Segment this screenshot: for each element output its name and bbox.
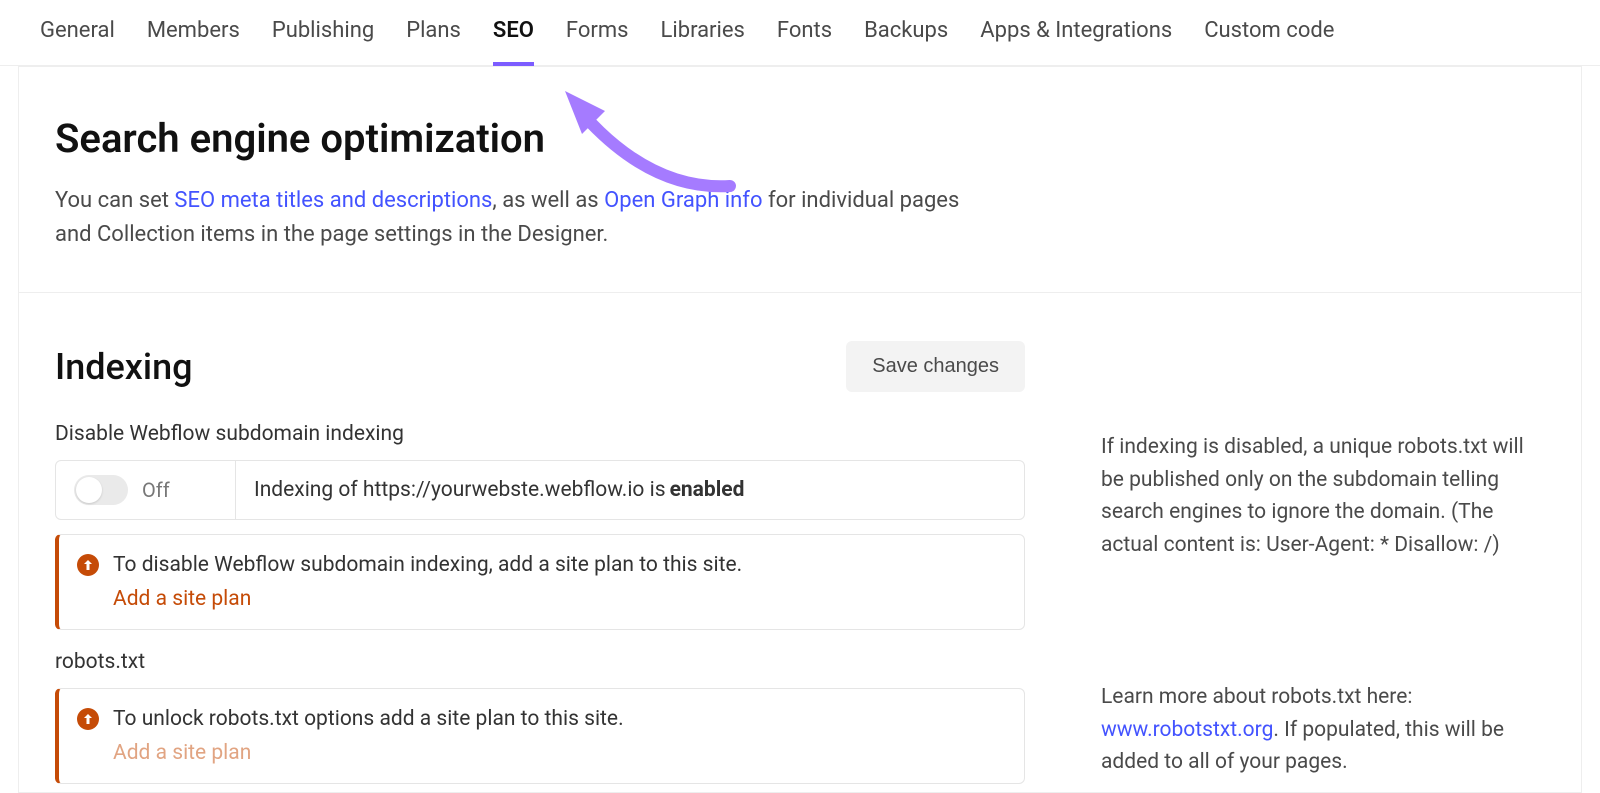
callout-row: To unlock robots.txt options add a site …	[77, 707, 1004, 731]
status-prefix: Indexing of https://yourwebste.webflow.i…	[254, 478, 666, 502]
help2-before: Learn more about robots.txt here:	[1101, 685, 1412, 709]
tab-fonts[interactable]: Fonts	[777, 18, 832, 65]
save-changes-button[interactable]: Save changes	[846, 341, 1025, 392]
robots-help-text: Learn more about robots.txt here: www.ro…	[1101, 681, 1545, 779]
tab-apps-integrations[interactable]: Apps & Integrations	[980, 18, 1172, 65]
tab-forms[interactable]: Forms	[566, 18, 629, 65]
status-strong: enabled	[670, 478, 745, 502]
robotstxt-org-link[interactable]: www.robotstxt.org	[1101, 718, 1273, 742]
tab-libraries[interactable]: Libraries	[661, 18, 745, 65]
settings-panel: Search engine optimization You can set S…	[18, 66, 1582, 793]
tab-publishing[interactable]: Publishing	[272, 18, 374, 65]
settings-tabs: General Members Publishing Plans SEO For…	[0, 0, 1600, 66]
indexing-help-text: If indexing is disabled, a unique robots…	[1101, 431, 1545, 561]
toggle-state-label: Off	[142, 478, 170, 502]
toggle-thumb	[76, 477, 102, 503]
open-graph-link[interactable]: Open Graph info	[604, 188, 762, 213]
tab-seo[interactable]: SEO	[493, 18, 534, 65]
indexing-toggle-row: Off Indexing of https://yourwebste.webfl…	[55, 460, 1025, 520]
add-site-plan-link[interactable]: Add a site plan	[113, 587, 1004, 611]
indexing-toggle[interactable]	[74, 475, 128, 505]
tab-custom-code[interactable]: Custom code	[1204, 18, 1334, 65]
tab-backups[interactable]: Backups	[864, 18, 948, 65]
add-site-plan-link-robots[interactable]: Add a site plan	[113, 741, 1004, 765]
indexing-left-col: Indexing Save changes Disable Webflow su…	[55, 341, 1025, 784]
tab-general[interactable]: General	[40, 18, 115, 65]
indexing-right-col: If indexing is disabled, a unique robots…	[1101, 341, 1545, 784]
seo-intro-text: You can set SEO meta titles and descript…	[55, 184, 995, 252]
disable-subdomain-label: Disable Webflow subdomain indexing	[55, 422, 1025, 446]
callout-row: To disable Webflow subdomain indexing, a…	[77, 553, 1004, 577]
seo-meta-link[interactable]: SEO meta titles and descriptions	[174, 188, 492, 213]
tab-plans[interactable]: Plans	[406, 18, 461, 65]
page-title: Search engine optimization	[55, 115, 1545, 162]
tab-members[interactable]: Members	[147, 18, 240, 65]
indexing-section: Indexing Save changes Disable Webflow su…	[19, 293, 1581, 792]
intro-text-before: You can set	[55, 188, 174, 213]
callout-text: To unlock robots.txt options add a site …	[113, 707, 624, 731]
callout-text: To disable Webflow subdomain indexing, a…	[113, 553, 742, 577]
intro-text-mid: , as well as	[492, 188, 604, 213]
upgrade-arrow-icon	[77, 708, 99, 730]
indexing-header: Indexing Save changes	[55, 341, 1025, 392]
seo-header-section: Search engine optimization You can set S…	[19, 67, 1581, 293]
robots-upgrade-callout: To unlock robots.txt options add a site …	[55, 688, 1025, 784]
indexing-upgrade-callout: To disable Webflow subdomain indexing, a…	[55, 534, 1025, 630]
robots-txt-label: robots.txt	[55, 650, 1025, 674]
indexing-toggle-cell: Off	[56, 461, 236, 519]
indexing-title: Indexing	[55, 346, 193, 388]
indexing-status-text: Indexing of https://yourwebste.webflow.i…	[236, 461, 1024, 519]
upgrade-arrow-icon	[77, 554, 99, 576]
